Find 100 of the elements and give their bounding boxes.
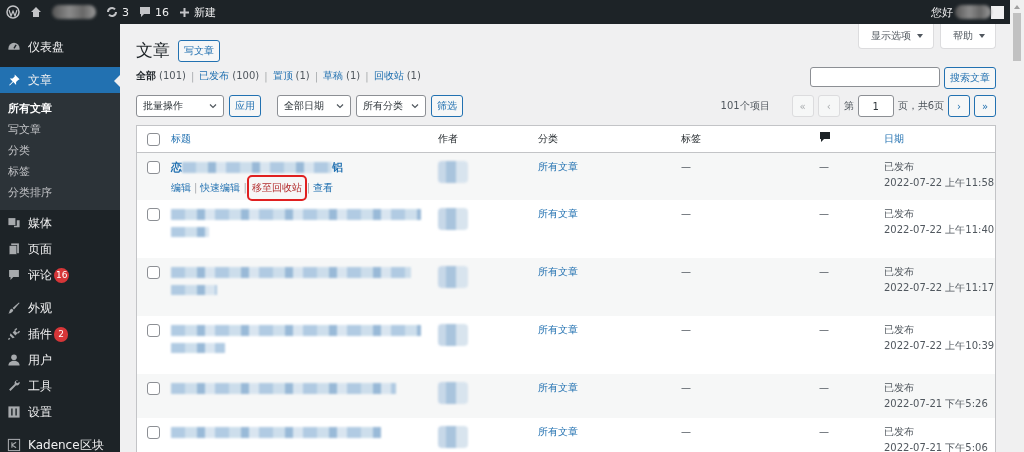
category-link[interactable]: 所有文章 <box>538 208 578 219</box>
comment-icon <box>819 130 831 143</box>
sidebar-item[interactable]: 页面 <box>0 236 120 262</box>
chevron-down-icon <box>336 102 344 110</box>
help-button[interactable]: 帮助 <box>940 24 996 49</box>
select-all-checkbox[interactable] <box>147 132 160 146</box>
sidebar-item[interactable]: 用户 <box>0 347 120 373</box>
post-status: 已发布 <box>884 323 915 337</box>
category-filter-dropdown[interactable]: 所有分类 <box>356 95 426 117</box>
page-number-field[interactable]: 1 <box>857 95 894 117</box>
column-header[interactable]: 日期 <box>884 133 904 144</box>
tags-cell: — <box>681 324 691 335</box>
column-header: 分类 <box>538 133 558 144</box>
submenu-item[interactable]: 标签 <box>0 161 120 182</box>
row-checkbox[interactable] <box>147 324 160 337</box>
add-new-button[interactable]: 写文章 <box>178 39 220 62</box>
avatar[interactable] <box>991 5 1004 19</box>
blurred-author <box>438 324 468 346</box>
comment-icon <box>7 268 21 282</box>
scrollbar[interactable] <box>1010 0 1024 452</box>
screen-options-button[interactable]: 显示选项 <box>858 24 934 49</box>
row-checkbox[interactable] <box>147 266 160 279</box>
sidebar-item[interactable]: 插件 2 <box>0 321 120 347</box>
post-date: 2022-07-22 上午11:40 <box>884 223 995 237</box>
date-filter-dropdown[interactable]: 全部日期 <box>277 95 351 117</box>
page-title: 文章 <box>136 39 170 62</box>
tags-cell: — <box>681 161 691 172</box>
post-date: 2022-07-22 上午11:58 <box>884 176 995 190</box>
post-status: 已发布 <box>884 207 915 221</box>
pagination-button[interactable]: » <box>974 95 996 117</box>
pagination-button[interactable]: › <box>948 95 970 117</box>
sidebar-item[interactable]: 评论 16 <box>0 262 120 288</box>
pages-icon <box>7 242 21 256</box>
post-date: 2022-07-22 上午10:39 <box>884 339 995 353</box>
tags-cell: — <box>681 266 691 277</box>
bulk-actions-dropdown[interactable]: 批量操作 <box>136 95 224 117</box>
category-link[interactable]: 所有文章 <box>538 161 578 172</box>
status-filter-link[interactable]: 置顶 (1) <box>272 69 310 83</box>
status-filter-link[interactable]: 草稿 (1) <box>323 69 361 83</box>
column-header[interactable]: 标题 <box>171 133 191 144</box>
search-button[interactable]: 搜索文章 <box>944 67 996 89</box>
blurred-author <box>438 208 468 230</box>
greeting-text[interactable]: 您好 <box>931 4 953 20</box>
blurred-author <box>438 426 468 448</box>
category-link[interactable]: 所有文章 <box>538 382 578 393</box>
status-filter-link[interactable]: 已发布 (100) <box>199 69 260 83</box>
row-checkbox[interactable] <box>147 382 160 395</box>
home-icon[interactable] <box>30 6 42 18</box>
view-divider: | <box>264 70 268 82</box>
sidebar-item[interactable]: 工具 <box>0 373 120 399</box>
post-date: 2022-07-21 下午5:26 <box>884 397 988 411</box>
sidebar-item[interactable]: 媒体 <box>0 210 120 236</box>
apply-button[interactable]: 应用 <box>229 95 261 117</box>
comments-cell: — <box>819 324 829 335</box>
user-icon <box>7 353 21 367</box>
sidebar-item[interactable]: 外观 <box>0 295 120 321</box>
updates-link[interactable]: 3 <box>106 5 129 19</box>
tags-cell: — <box>681 426 691 437</box>
sidebar-item[interactable]: 文章 <box>0 67 120 93</box>
submenu-item[interactable]: 写文章 <box>0 119 120 140</box>
sidebar-item[interactable]: Kadence区块 <box>0 432 120 452</box>
submenu-item[interactable]: 分类排序 <box>0 182 120 203</box>
plus-icon <box>179 6 190 18</box>
action-divider: | <box>243 180 247 196</box>
category-link[interactable]: 所有文章 <box>538 266 578 277</box>
status-filter-link[interactable]: 全部 (101) <box>136 69 186 83</box>
comments-cell: — <box>819 426 829 437</box>
submenu-item[interactable]: 分类 <box>0 140 120 161</box>
row-action-link[interactable]: 编辑 <box>171 179 191 196</box>
row-checkbox[interactable] <box>147 161 160 174</box>
row-action-link[interactable]: 快速编辑 <box>200 179 241 196</box>
view-divider: | <box>190 70 195 82</box>
submenu-item[interactable]: 所有文章 <box>0 98 120 119</box>
post-status: 已发布 <box>884 265 915 279</box>
comments-cell: — <box>819 161 829 172</box>
wordpress-logo-icon[interactable] <box>6 5 20 19</box>
blurred-site-name <box>52 5 96 19</box>
search-field[interactable] <box>810 67 940 87</box>
post-status: 已发布 <box>884 381 915 395</box>
tags-cell: — <box>681 208 691 219</box>
view-divider: | <box>365 70 369 82</box>
row-action-link[interactable]: 移至回收站 <box>249 177 304 198</box>
category-link[interactable]: 所有文章 <box>538 324 578 335</box>
comments-link[interactable]: 16 <box>139 5 169 19</box>
sidebar-item[interactable]: 设置 <box>0 399 120 425</box>
page-total: 页，共6页 <box>897 99 944 113</box>
title-fragment[interactable]: 铝 <box>332 159 343 176</box>
post-status: 已发布 <box>884 425 915 439</box>
row-checkbox[interactable] <box>147 208 160 221</box>
row-action-link[interactable]: 查看 <box>313 179 334 196</box>
new-link[interactable]: 新建 <box>179 4 216 20</box>
count-badge: 16 <box>54 267 70 283</box>
filter-button[interactable]: 筛选 <box>431 95 463 117</box>
title-fragment[interactable]: 恋 <box>171 159 182 176</box>
category-link[interactable]: 所有文章 <box>538 426 578 437</box>
row-checkbox[interactable] <box>147 426 160 439</box>
sidebar-item[interactable]: 仪表盘 <box>0 34 120 60</box>
comments-cell: — <box>819 208 829 219</box>
status-filter-link[interactable]: 回收站 (1) <box>373 69 421 83</box>
blocks-icon <box>7 438 21 452</box>
